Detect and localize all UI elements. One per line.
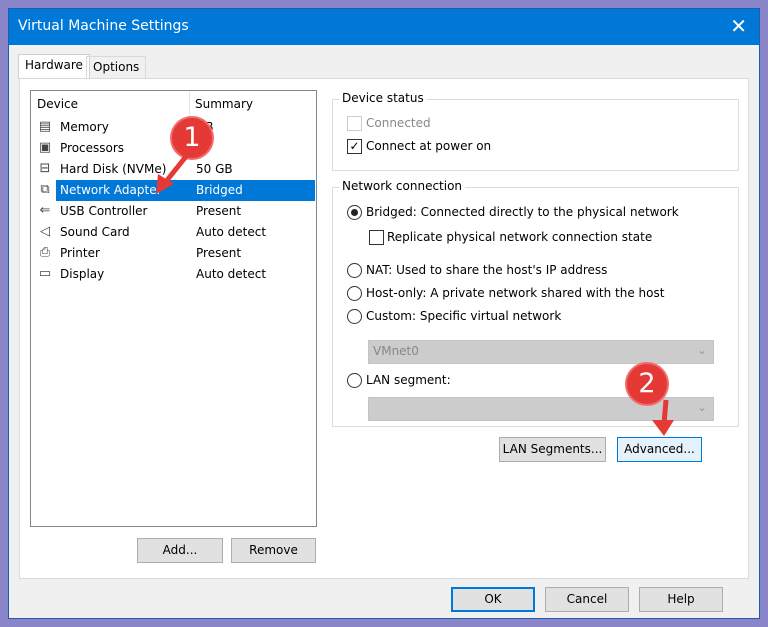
device-name: Memory <box>60 120 109 134</box>
device-row[interactable]: ⎙ Printer Present <box>35 243 315 264</box>
host-only-label: Host-only: A private network shared with… <box>366 286 665 300</box>
custom-network-select[interactable]: VMnet0 ⌄ <box>368 340 714 364</box>
device-name: Display <box>60 267 105 281</box>
network-connection-group: Network connection Bridged: Connected di… <box>332 179 739 427</box>
column-summary[interactable]: Summary <box>195 97 253 111</box>
ok-button[interactable]: OK <box>451 587 535 612</box>
connect-power-on-checkbox[interactable]: ✓ <box>347 139 362 154</box>
nat-label: NAT: Used to share the host's IP address <box>366 263 608 277</box>
device-row[interactable]: ◁ Sound Card Auto detect <box>35 222 315 243</box>
device-status-group: Device status Connected ✓ Connect at pow… <box>332 91 739 171</box>
tab-options[interactable]: Options <box>86 56 147 78</box>
lan-segments-button[interactable]: LAN Segments... <box>499 437 606 462</box>
usb-icon: ⇐ <box>39 203 51 218</box>
device-summary: Present <box>196 246 242 260</box>
replicate-label: Replicate physical network connection st… <box>387 230 653 244</box>
memory-icon: ▤ <box>38 119 52 134</box>
bridged-radio[interactable] <box>347 205 362 220</box>
connect-power-on-label: Connect at power on <box>366 139 492 153</box>
device-row[interactable]: ▭ Display Auto detect <box>35 264 315 285</box>
close-icon[interactable]: ✕ <box>730 14 747 38</box>
tab-hardware[interactable]: Hardware <box>18 54 90 79</box>
add-button[interactable]: Add... <box>137 538 223 563</box>
device-name: USB Controller <box>60 204 148 218</box>
replicate-checkbox[interactable] <box>369 230 384 245</box>
custom-network-value: VMnet0 <box>373 344 419 358</box>
display-icon: ▭ <box>38 266 52 281</box>
device-status-title: Device status <box>339 91 427 105</box>
lan-segment-radio[interactable] <box>347 373 362 388</box>
host-only-radio[interactable] <box>347 286 362 301</box>
connected-checkbox[interactable] <box>347 116 362 131</box>
device-summary: 50 GB <box>196 162 233 176</box>
printer-icon: ⎙ <box>39 245 51 260</box>
network-icon: ⧉ <box>40 182 50 197</box>
network-connection-title: Network connection <box>339 179 466 193</box>
help-button[interactable]: Help <box>639 587 723 612</box>
chevron-down-icon: ⌄ <box>696 400 707 414</box>
processor-icon: ▣ <box>38 140 52 155</box>
device-name: Processors <box>60 141 125 155</box>
custom-label: Custom: Specific virtual network <box>366 309 562 323</box>
chevron-down-icon: ⌄ <box>696 343 707 357</box>
device-summary: Auto detect <box>196 267 267 281</box>
column-divider <box>189 91 190 117</box>
annotation-arrow-1 <box>156 152 190 194</box>
device-name: Network Adapter <box>60 183 162 197</box>
remove-button[interactable]: Remove <box>231 538 316 563</box>
vm-settings-dialog: Virtual Machine Settings ✕ Hardware Opti… <box>8 8 760 619</box>
cancel-button[interactable]: Cancel <box>545 587 629 612</box>
device-summary: Present <box>196 204 242 218</box>
bridged-label: Bridged: Connected directly to the physi… <box>366 205 679 219</box>
title-bar: Virtual Machine Settings ✕ <box>9 9 759 45</box>
device-summary: Auto detect <box>196 225 267 239</box>
lan-segment-label: LAN segment: <box>366 373 451 387</box>
column-device[interactable]: Device <box>37 97 78 111</box>
device-name: Printer <box>60 246 100 260</box>
hard-disk-icon: ⊟ <box>39 161 51 176</box>
window-title: Virtual Machine Settings <box>18 18 189 34</box>
connected-label: Connected <box>366 116 431 130</box>
speaker-icon: ◁ <box>40 224 50 239</box>
nat-radio[interactable] <box>347 263 362 278</box>
annotation-arrow-2 <box>652 399 674 436</box>
device-row[interactable]: ⇐ USB Controller Present <box>35 201 315 222</box>
custom-radio[interactable] <box>347 309 362 324</box>
advanced-button[interactable]: Advanced... <box>617 437 702 462</box>
device-name: Sound Card <box>60 225 130 239</box>
